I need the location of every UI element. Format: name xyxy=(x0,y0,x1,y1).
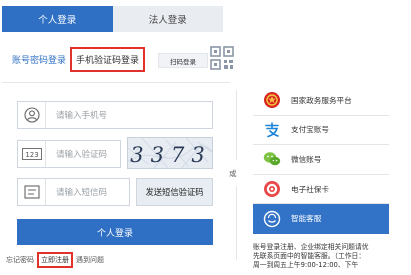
tab-corporate-login[interactable]: 法人登录 xyxy=(112,6,223,32)
login-type-tabs: 个人登录 法人登录 xyxy=(2,6,223,32)
provider-smart-service[interactable]: 智能客服 xyxy=(253,204,389,234)
provider-label: 电子社保卡 xyxy=(291,184,329,194)
separator-line-top xyxy=(236,90,237,160)
social-security-card-icon xyxy=(253,180,291,198)
notice-line: 账号登录注册、企业绑定相关问题请优 xyxy=(253,243,369,251)
captcha-input[interactable]: 123 请输入验证码 xyxy=(17,140,121,168)
scan-login-button[interactable]: 扫码登录 xyxy=(158,53,208,68)
mode-divider xyxy=(2,82,230,83)
bottom-links: 忘记密码 立即注册 遇到问题 xyxy=(6,252,104,268)
smart-service-icon xyxy=(253,210,291,228)
provider-national-gov[interactable]: 国家政务服务平台 xyxy=(253,86,389,116)
phone-placeholder: 请输入手机号 xyxy=(56,111,108,121)
wechat-icon xyxy=(253,151,291,167)
separator-line-bottom xyxy=(236,186,237,260)
captcha-placeholder: 请输入验证码 xyxy=(56,150,108,160)
captcha-image[interactable]: 3373 xyxy=(127,137,213,169)
tab-personal-login[interactable]: 个人登录 xyxy=(2,6,113,32)
sms-code-input[interactable]: 请输入短信码 xyxy=(17,178,130,206)
captcha-text: 3373 xyxy=(130,143,211,167)
provider-alipay[interactable]: 支付宝账号 xyxy=(253,115,389,146)
qr-code-icon[interactable] xyxy=(210,46,234,70)
message-icon xyxy=(18,179,46,205)
provider-label: 支付宝账号 xyxy=(291,125,329,135)
register-link[interactable]: 立即注册 xyxy=(37,252,73,268)
user-icon xyxy=(18,102,46,128)
notice-line: 先联系页面中的智能客服。（工作日： xyxy=(253,252,366,260)
national-emblem-icon xyxy=(253,91,291,109)
forgot-password-link[interactable]: 忘记密码 xyxy=(6,255,34,265)
third-party-login-list: 国家政务服务平台 支付宝账号 微信账号 电子社保卡 智能客服 xyxy=(253,86,389,234)
provider-label: 微信账号 xyxy=(291,154,322,164)
support-notice: 账号登录注册、企业绑定相关问题请优 先联系页面中的智能客服。（工作日： 周一到周… xyxy=(253,243,411,270)
svg-text:123: 123 xyxy=(25,151,38,159)
help-link[interactable]: 遇到问题 xyxy=(76,255,104,265)
or-separator: 或 xyxy=(229,169,237,178)
provider-social-security-card[interactable]: 电子社保卡 xyxy=(253,174,389,205)
send-sms-code-button[interactable]: 发送短信验证码 xyxy=(136,178,213,206)
notice-line: 周一到周五上午9:00-12:00、下午 xyxy=(253,261,359,269)
phone-input[interactable]: 请输入手机号 xyxy=(17,101,213,129)
provider-label: 国家政务服务平台 xyxy=(291,95,352,105)
provider-label: 智能客服 xyxy=(291,214,322,224)
number-icon: 123 xyxy=(18,141,46,167)
alipay-icon xyxy=(253,121,291,139)
personal-login-button[interactable]: 个人登录 xyxy=(17,219,213,245)
password-login-link[interactable]: 账号密码登录 xyxy=(12,53,66,66)
sms-login-link[interactable]: 手机验证码登录 xyxy=(70,46,146,72)
login-mode-row: 账号密码登录 手机验证码登录 xyxy=(12,46,146,72)
sms-code-placeholder: 请输入短信码 xyxy=(56,188,108,198)
provider-wechat[interactable]: 微信账号 xyxy=(253,145,389,175)
